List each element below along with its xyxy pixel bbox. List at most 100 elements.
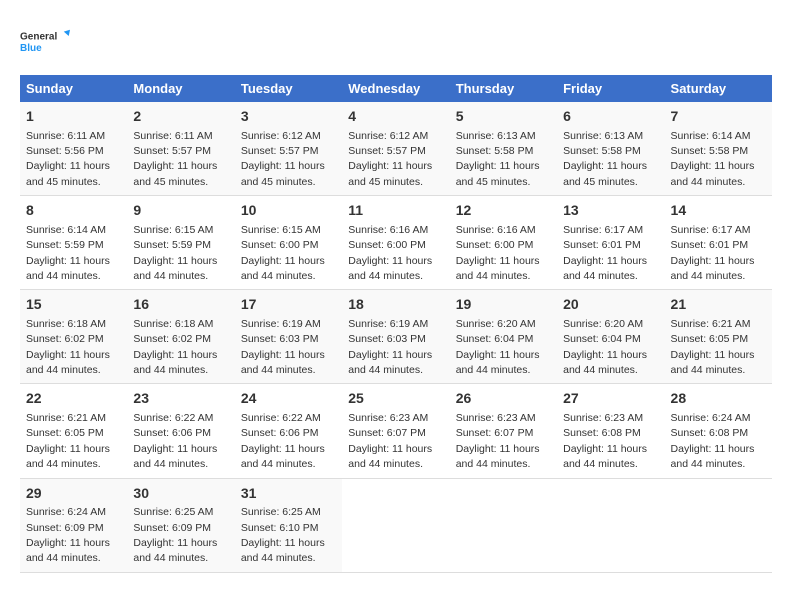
sunset-info: Sunset: 6:06 PM [133, 427, 211, 439]
sunrise-info: Sunrise: 6:23 AM [456, 412, 536, 424]
calendar-day-cell: 8 Sunrise: 6:14 AM Sunset: 5:59 PM Dayli… [20, 196, 127, 290]
sunrise-info: Sunrise: 6:12 AM [348, 130, 428, 142]
svg-text:Blue: Blue [20, 43, 42, 54]
sunrise-info: Sunrise: 6:12 AM [241, 130, 321, 142]
sunrise-info: Sunrise: 6:21 AM [26, 412, 106, 424]
sunset-info: Sunset: 6:02 PM [26, 333, 104, 345]
sunrise-info: Sunrise: 6:13 AM [456, 130, 536, 142]
sunset-info: Sunset: 6:00 PM [241, 239, 319, 251]
calendar-day-cell: 11 Sunrise: 6:16 AM Sunset: 6:00 PM Dayl… [342, 196, 449, 290]
day-number: 6 [563, 107, 658, 127]
sunset-info: Sunset: 6:04 PM [563, 333, 641, 345]
sunrise-info: Sunrise: 6:11 AM [133, 130, 212, 142]
sunset-info: Sunset: 6:03 PM [241, 333, 319, 345]
day-number: 13 [563, 201, 658, 221]
day-number: 11 [348, 201, 443, 221]
calendar-day-cell: 17 Sunrise: 6:19 AM Sunset: 6:03 PM Dayl… [235, 290, 342, 384]
sunrise-info: Sunrise: 6:25 AM [133, 506, 213, 518]
calendar-day-cell: 2 Sunrise: 6:11 AM Sunset: 5:57 PM Dayli… [127, 102, 234, 196]
daylight-info: Daylight: 11 hours and 44 minutes. [563, 349, 647, 376]
sunset-info: Sunset: 6:05 PM [26, 427, 104, 439]
day-number: 21 [671, 295, 766, 315]
daylight-info: Daylight: 11 hours and 44 minutes. [671, 160, 755, 187]
calendar-day-cell: 18 Sunrise: 6:19 AM Sunset: 6:03 PM Dayl… [342, 290, 449, 384]
daylight-info: Daylight: 11 hours and 44 minutes. [133, 255, 217, 282]
sunset-info: Sunset: 5:58 PM [671, 145, 749, 157]
sunrise-info: Sunrise: 6:20 AM [563, 318, 643, 330]
sunrise-info: Sunrise: 6:18 AM [26, 318, 106, 330]
sunrise-info: Sunrise: 6:19 AM [241, 318, 321, 330]
calendar-day-cell: 21 Sunrise: 6:21 AM Sunset: 6:05 PM Dayl… [665, 290, 772, 384]
day-number: 28 [671, 389, 766, 409]
sunset-info: Sunset: 6:10 PM [241, 522, 319, 534]
daylight-info: Daylight: 11 hours and 44 minutes. [671, 443, 755, 470]
calendar-empty-cell [450, 478, 557, 572]
sunrise-info: Sunrise: 6:18 AM [133, 318, 213, 330]
calendar-week-row: 15 Sunrise: 6:18 AM Sunset: 6:02 PM Dayl… [20, 290, 772, 384]
daylight-info: Daylight: 11 hours and 44 minutes. [456, 255, 540, 282]
sunrise-info: Sunrise: 6:24 AM [671, 412, 751, 424]
day-number: 26 [456, 389, 551, 409]
calendar-day-cell: 9 Sunrise: 6:15 AM Sunset: 5:59 PM Dayli… [127, 196, 234, 290]
day-number: 19 [456, 295, 551, 315]
day-number: 20 [563, 295, 658, 315]
calendar-day-cell: 13 Sunrise: 6:17 AM Sunset: 6:01 PM Dayl… [557, 196, 664, 290]
sunset-info: Sunset: 6:05 PM [671, 333, 749, 345]
sunrise-info: Sunrise: 6:15 AM [241, 224, 321, 236]
calendar-day-cell: 30 Sunrise: 6:25 AM Sunset: 6:09 PM Dayl… [127, 478, 234, 572]
sunset-info: Sunset: 5:57 PM [348, 145, 426, 157]
sunrise-info: Sunrise: 6:17 AM [671, 224, 751, 236]
day-number: 8 [26, 201, 121, 221]
sunrise-info: Sunrise: 6:19 AM [348, 318, 428, 330]
sunrise-info: Sunrise: 6:23 AM [348, 412, 428, 424]
daylight-info: Daylight: 11 hours and 44 minutes. [348, 349, 432, 376]
sunset-info: Sunset: 6:01 PM [671, 239, 749, 251]
day-number: 14 [671, 201, 766, 221]
header-thursday: Thursday [450, 75, 557, 102]
header-row: SundayMondayTuesdayWednesdayThursdayFrid… [20, 75, 772, 102]
sunrise-info: Sunrise: 6:16 AM [348, 224, 428, 236]
calendar-day-cell: 16 Sunrise: 6:18 AM Sunset: 6:02 PM Dayl… [127, 290, 234, 384]
sunset-info: Sunset: 5:57 PM [241, 145, 319, 157]
sunrise-info: Sunrise: 6:21 AM [671, 318, 751, 330]
sunrise-info: Sunrise: 6:25 AM [241, 506, 321, 518]
logo: General Blue [20, 20, 70, 65]
sunset-info: Sunset: 6:09 PM [133, 522, 211, 534]
calendar-week-row: 29 Sunrise: 6:24 AM Sunset: 6:09 PM Dayl… [20, 478, 772, 572]
calendar-day-cell: 12 Sunrise: 6:16 AM Sunset: 6:00 PM Dayl… [450, 196, 557, 290]
sunrise-info: Sunrise: 6:14 AM [671, 130, 751, 142]
calendar-empty-cell [342, 478, 449, 572]
calendar-day-cell: 20 Sunrise: 6:20 AM Sunset: 6:04 PM Dayl… [557, 290, 664, 384]
day-number: 9 [133, 201, 228, 221]
logo-svg: General Blue [20, 20, 70, 65]
daylight-info: Daylight: 11 hours and 44 minutes. [133, 349, 217, 376]
day-number: 25 [348, 389, 443, 409]
page-header: General Blue [20, 20, 772, 65]
day-number: 24 [241, 389, 336, 409]
day-number: 31 [241, 484, 336, 504]
calendar-day-cell: 29 Sunrise: 6:24 AM Sunset: 6:09 PM Dayl… [20, 478, 127, 572]
calendar-day-cell: 19 Sunrise: 6:20 AM Sunset: 6:04 PM Dayl… [450, 290, 557, 384]
daylight-info: Daylight: 11 hours and 44 minutes. [241, 537, 325, 564]
day-number: 23 [133, 389, 228, 409]
sunset-info: Sunset: 6:00 PM [348, 239, 426, 251]
calendar-empty-cell [557, 478, 664, 572]
sunrise-info: Sunrise: 6:22 AM [241, 412, 321, 424]
sunset-info: Sunset: 6:07 PM [456, 427, 534, 439]
day-number: 4 [348, 107, 443, 127]
calendar-week-row: 1 Sunrise: 6:11 AM Sunset: 5:56 PM Dayli… [20, 102, 772, 196]
daylight-info: Daylight: 11 hours and 45 minutes. [133, 160, 217, 187]
sunset-info: Sunset: 5:57 PM [133, 145, 211, 157]
daylight-info: Daylight: 11 hours and 44 minutes. [133, 443, 217, 470]
daylight-info: Daylight: 11 hours and 44 minutes. [671, 255, 755, 282]
daylight-info: Daylight: 11 hours and 44 minutes. [241, 349, 325, 376]
sunrise-info: Sunrise: 6:23 AM [563, 412, 643, 424]
sunset-info: Sunset: 6:07 PM [348, 427, 426, 439]
sunrise-info: Sunrise: 6:16 AM [456, 224, 536, 236]
calendar-empty-cell [665, 478, 772, 572]
day-number: 12 [456, 201, 551, 221]
sunset-info: Sunset: 6:01 PM [563, 239, 641, 251]
day-number: 2 [133, 107, 228, 127]
day-number: 1 [26, 107, 121, 127]
calendar-day-cell: 27 Sunrise: 6:23 AM Sunset: 6:08 PM Dayl… [557, 384, 664, 478]
